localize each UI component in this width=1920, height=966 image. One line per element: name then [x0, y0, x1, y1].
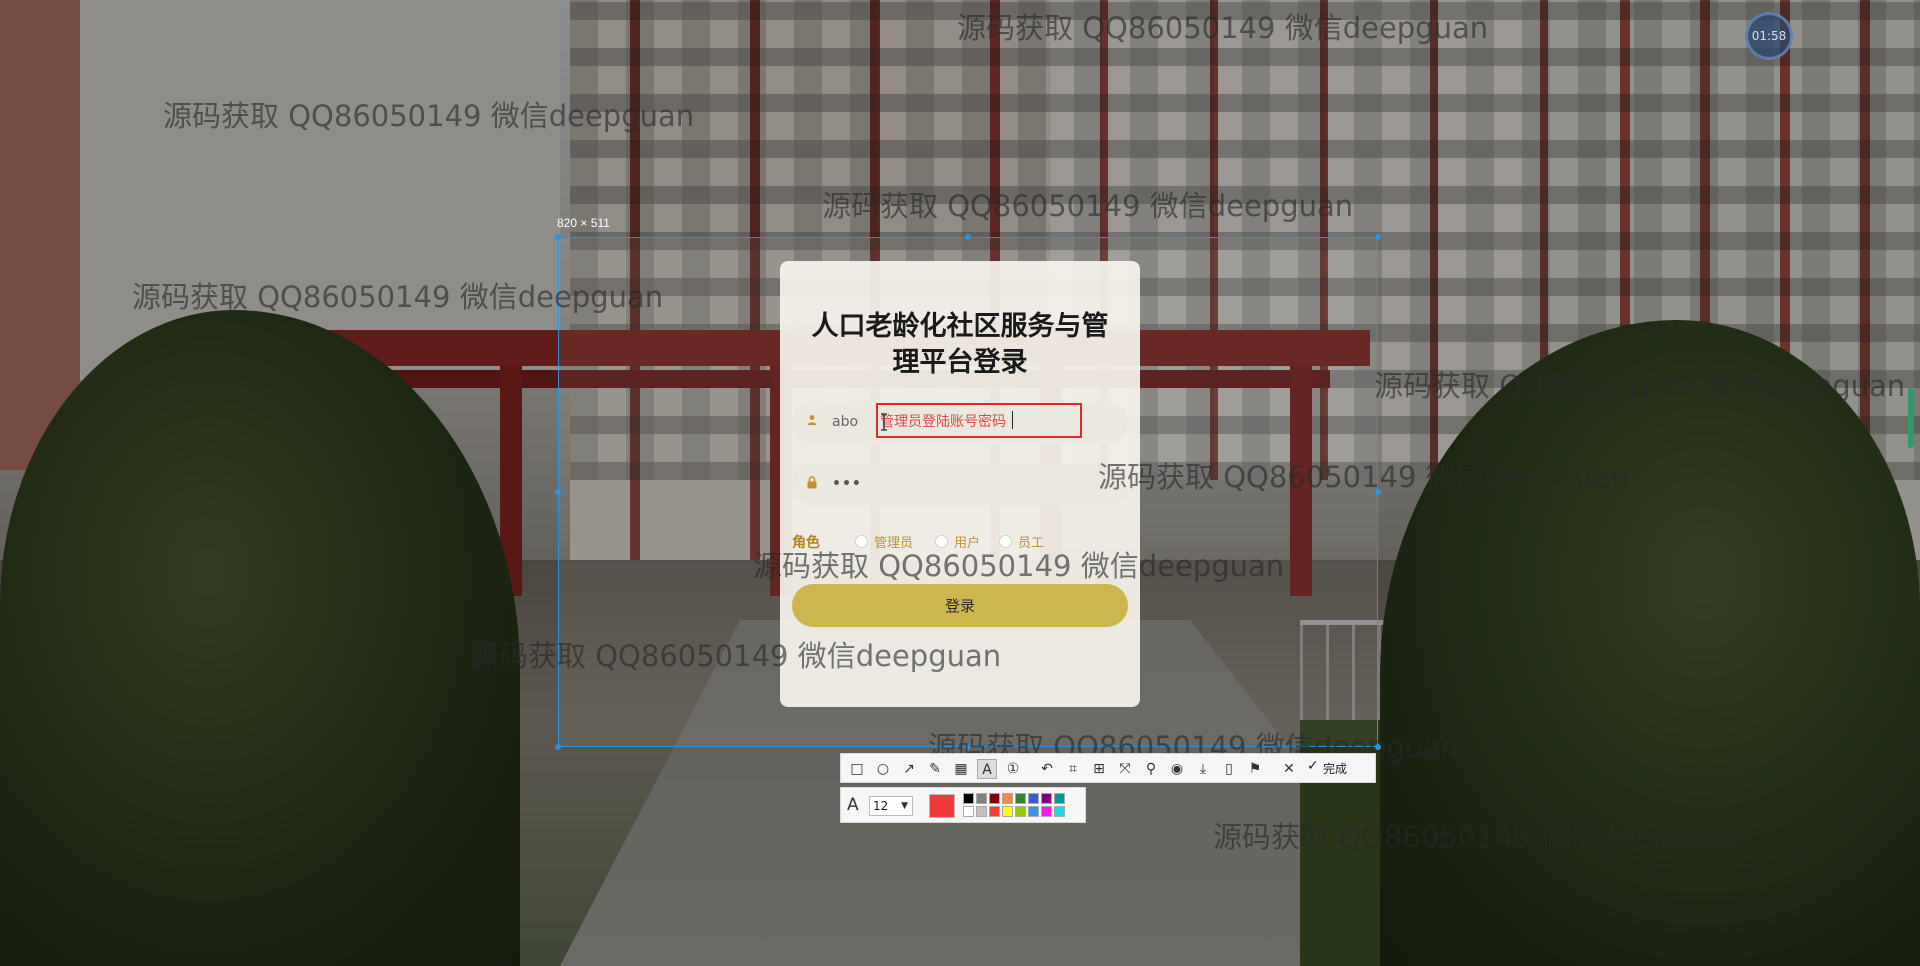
arrow-tool-icon[interactable]: ↗ — [899, 759, 919, 779]
color-swatch[interactable] — [989, 806, 1000, 817]
mosaic-tool-icon[interactable]: ▦ — [951, 759, 971, 779]
text-caret — [1012, 411, 1013, 429]
ellipse-tool-icon[interactable]: ○ — [873, 759, 893, 779]
color-swatch[interactable] — [1002, 806, 1013, 817]
rectangle-tool-icon[interactable]: □ — [847, 759, 867, 779]
resize-handle-ml[interactable] — [555, 489, 561, 495]
watermark: 源码获取 QQ86050149 微信deepguan — [822, 189, 1354, 223]
ibeam-cursor-icon — [881, 413, 887, 431]
font-size-select[interactable]: 12 ▼ — [869, 796, 913, 816]
password-value[interactable]: ••• — [832, 476, 862, 492]
current-color-swatch[interactable] — [929, 794, 955, 818]
number-tool-icon[interactable]: ① — [1003, 759, 1023, 779]
color-swatch[interactable] — [1054, 806, 1065, 817]
watermark: 源码获取 QQ86050149 微信deepguan — [957, 11, 1489, 45]
color-swatch[interactable] — [963, 806, 974, 817]
resize-handle-bl[interactable] — [555, 744, 561, 750]
chevron-down-icon: ▼ — [901, 801, 908, 811]
login-title: 人口老龄化社区服务与管理平台登录 — [811, 311, 1109, 378]
text-style-bar: A 12 ▼ — [840, 787, 1086, 823]
user-icon — [804, 414, 820, 430]
color-swatch[interactable] — [963, 793, 974, 804]
text-annotation[interactable]: 管理员登陆账号密码 — [880, 411, 1006, 431]
color-swatch[interactable] — [1028, 806, 1039, 817]
watermark: 源码获取 QQ86050149 微信deepguan — [470, 639, 1002, 673]
selection-size-label: 820 × 511 — [557, 216, 610, 230]
color-swatch[interactable] — [1015, 806, 1026, 817]
side-dock-handle[interactable] — [1908, 388, 1914, 448]
color-swatch[interactable] — [989, 793, 1000, 804]
record-icon[interactable]: ◉ — [1167, 759, 1187, 779]
resize-handle-tl[interactable] — [555, 234, 561, 240]
save-to-phone-icon[interactable]: ▯ — [1219, 759, 1239, 779]
color-swatch[interactable] — [1054, 793, 1065, 804]
watermark: 源码获取 QQ86050149 微信deepguan — [1098, 460, 1630, 494]
color-swatch[interactable] — [976, 806, 987, 817]
watermark: 源码获取 QQ86050149 微信deepguan — [163, 99, 695, 133]
text-tool-icon[interactable]: A — [977, 759, 997, 779]
scroll-capture-icon[interactable]: ⤧ — [1115, 759, 1135, 779]
timer-badge: 01:58 — [1745, 12, 1793, 60]
bookmark-icon[interactable]: ⚑ — [1245, 759, 1265, 779]
download-icon[interactable]: ⤓ — [1193, 759, 1213, 779]
watermark: 源码获取 QQ86050149 微信deepguan — [132, 280, 664, 314]
pin-icon[interactable]: ⚲ — [1141, 759, 1161, 779]
watermark: 源码获取 QQ86050149 微信deepguan — [1213, 820, 1745, 854]
color-swatch[interactable] — [1015, 793, 1026, 804]
watermark: 源码获取 QQ86050149 微信deepguan — [753, 549, 1285, 583]
screenshot-toolbar: □ ○ ↗ ✎ ▦ A ① ↶ ⌗ ⊞ ⤧ ⚲ ◉ ⤓ ▯ ⚑ ✕ ✓ 完成 — [840, 753, 1376, 783]
password-field[interactable]: ••• — [792, 464, 1128, 506]
watermark: 源码获取 QQ86050149 微信deepguan — [1374, 369, 1906, 403]
resize-handle-tc[interactable] — [965, 234, 971, 240]
close-icon[interactable]: ✕ — [1279, 759, 1299, 779]
username-value[interactable]: abo — [832, 414, 858, 430]
undo-icon[interactable]: ↶ — [1037, 759, 1057, 779]
color-swatch[interactable] — [976, 793, 987, 804]
ocr-icon[interactable]: ⌗ — [1063, 759, 1083, 779]
color-swatch[interactable] — [1041, 806, 1052, 817]
lock-icon — [804, 476, 820, 492]
check-icon[interactable]: ✓ — [1307, 758, 1319, 774]
translate-icon[interactable]: ⊞ — [1089, 759, 1109, 779]
resize-handle-tr[interactable] — [1375, 234, 1381, 240]
color-swatch[interactable] — [1041, 793, 1052, 804]
color-swatch[interactable] — [1028, 793, 1039, 804]
font-icon: A — [847, 795, 859, 815]
login-button[interactable]: 登录 — [792, 584, 1128, 627]
color-swatch[interactable] — [1002, 793, 1013, 804]
pen-tool-icon[interactable]: ✎ — [925, 759, 945, 779]
font-size-value: 12 — [873, 799, 889, 813]
done-button[interactable]: 完成 — [1323, 760, 1347, 777]
